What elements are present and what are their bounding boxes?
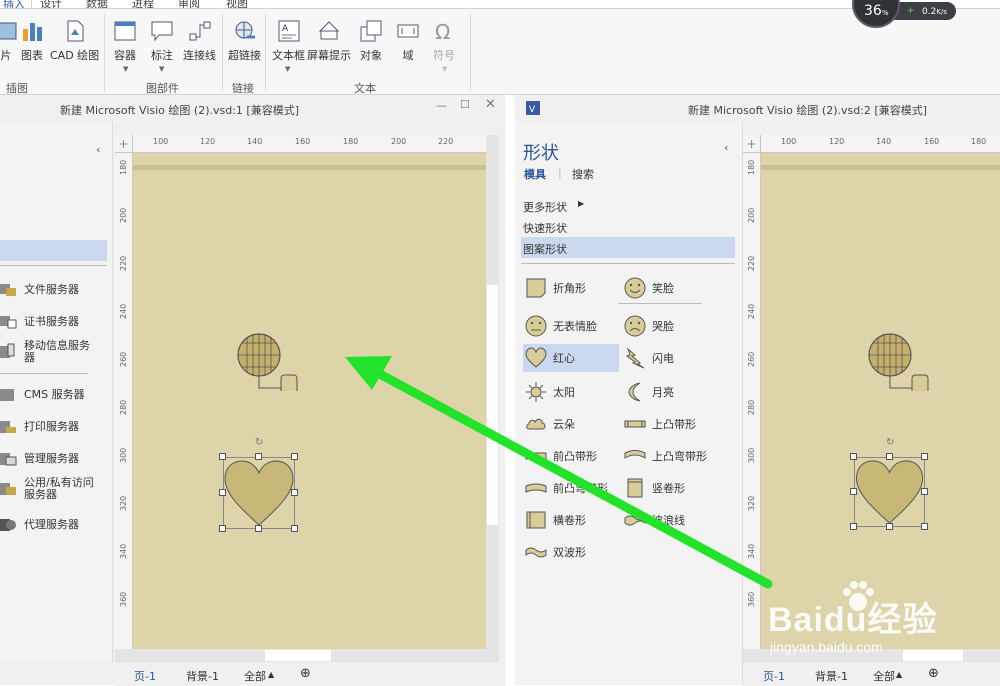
baidu-brand-text: Baidu经验 xyxy=(768,601,938,639)
baidu-watermark: Baidu经验 jingyan.baidu.com xyxy=(768,581,1000,662)
baidu-url-text: jingyan.baidu.com xyxy=(770,639,883,655)
